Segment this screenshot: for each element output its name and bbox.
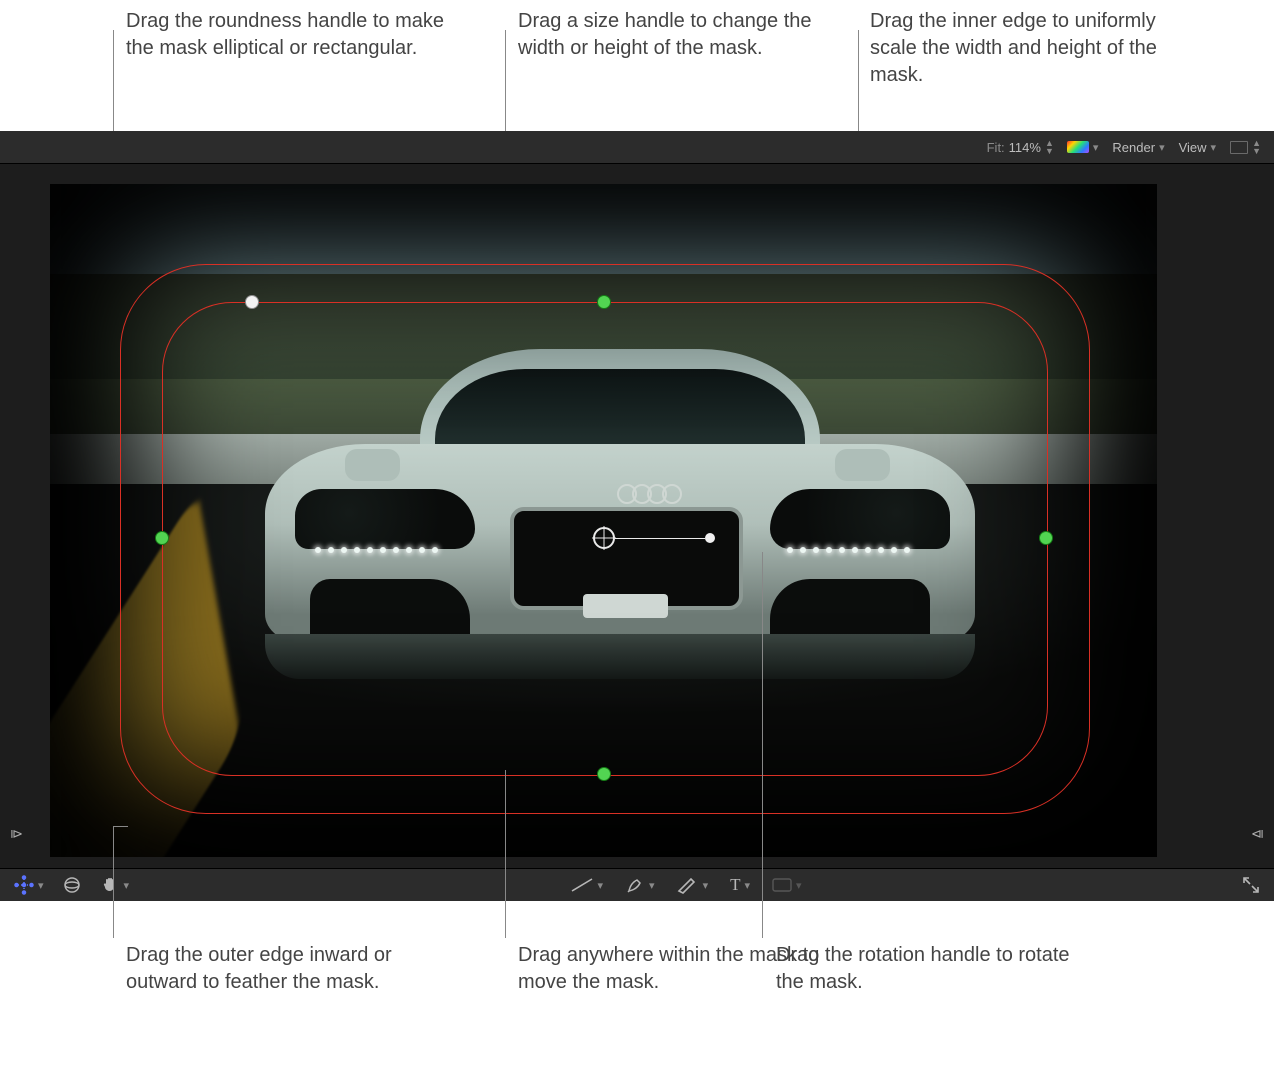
brush-tool[interactable]: ▾	[677, 876, 709, 894]
chevron-down-icon: ▾	[1159, 141, 1165, 154]
view-menu[interactable]: View ▾	[1179, 140, 1216, 155]
play-range-start-icon[interactable]: ⧐	[10, 826, 23, 842]
viewer-topbar: Fit: 114% ▲▼ ▾ Render ▾ View ▾ ▲▼	[0, 131, 1274, 164]
mask-center-handle[interactable]	[593, 527, 615, 549]
rectangle-tool-icon	[772, 878, 792, 892]
pen-tool-icon	[625, 875, 645, 895]
render-menu[interactable]: Render ▾	[1112, 140, 1164, 155]
hand-icon	[100, 875, 120, 895]
fit-label: Fit:	[987, 140, 1005, 155]
callout-outer-edge: Drag the outer edge inward or outward to…	[126, 942, 446, 996]
chevron-down-icon: ▾	[703, 879, 709, 892]
brush-tool-icon	[677, 876, 699, 894]
text-tool-icon: T	[730, 875, 740, 895]
aspect-ratio-menu[interactable]: ▲▼	[1230, 139, 1260, 155]
callout-roundness: Drag the roundness handle to make the ma…	[126, 8, 446, 62]
size-handle-top[interactable]	[597, 295, 611, 309]
stepper-icon: ▲▼	[1252, 139, 1260, 155]
render-label: Render	[1112, 140, 1155, 155]
view-label: View	[1179, 140, 1207, 155]
chevron-down-icon: ▾	[744, 879, 750, 892]
transform-icon	[14, 875, 34, 895]
chevron-down-icon: ▾	[649, 879, 655, 892]
orbit-3d-icon	[62, 875, 82, 895]
fit-value: 114%	[1009, 140, 1041, 155]
size-handle-bottom[interactable]	[597, 767, 611, 781]
callout-inner-edge: Drag the inner edge to uniformly scale t…	[870, 8, 1190, 89]
size-handle-left[interactable]	[155, 531, 169, 545]
fullscreen-button[interactable]	[1242, 876, 1260, 894]
line-tool-icon	[570, 876, 594, 894]
play-range-end-icon[interactable]: ⧏	[1251, 826, 1264, 842]
fullscreen-icon	[1242, 876, 1260, 894]
callout-size: Drag a size handle to change the width o…	[518, 8, 838, 62]
chevron-down-icon: ▾	[1211, 141, 1217, 154]
color-channels-icon	[1067, 141, 1089, 153]
viewer-panel: Fit: 114% ▲▼ ▾ Render ▾ View ▾ ▲▼	[0, 131, 1274, 901]
orbit-3d-tool[interactable]	[62, 875, 82, 895]
transform-tool[interactable]: ▾	[14, 875, 44, 895]
chevron-down-icon: ▾	[1093, 141, 1099, 154]
rotation-handle[interactable]	[705, 533, 715, 543]
color-channels-menu[interactable]: ▾	[1067, 141, 1099, 154]
aspect-ratio-icon	[1230, 141, 1248, 154]
pen-tool[interactable]: ▾	[625, 875, 655, 895]
line-tool[interactable]: ▾	[570, 876, 604, 894]
roundness-handle[interactable]	[245, 295, 259, 309]
size-handle-right[interactable]	[1039, 531, 1053, 545]
stepper-icon: ▲▼	[1045, 139, 1053, 155]
text-tool[interactable]: T ▾	[730, 875, 750, 895]
callout-rotate: Drag the rotation handle to rotate the m…	[776, 942, 1096, 996]
canvas[interactable]	[50, 184, 1157, 857]
chevron-down-icon: ▾	[38, 879, 44, 892]
zoom-fit-control[interactable]: Fit: 114% ▲▼	[987, 139, 1053, 155]
rotation-arm[interactable]	[615, 538, 705, 539]
viewer-toolbar: ▾ ▾ ▾ ▾	[0, 868, 1274, 901]
hand-tool[interactable]: ▾	[100, 875, 130, 895]
chevron-down-icon: ▾	[796, 879, 802, 892]
chevron-down-icon: ▾	[124, 879, 130, 892]
rectangle-tool[interactable]: ▾	[772, 878, 802, 892]
chevron-down-icon: ▾	[598, 879, 604, 892]
